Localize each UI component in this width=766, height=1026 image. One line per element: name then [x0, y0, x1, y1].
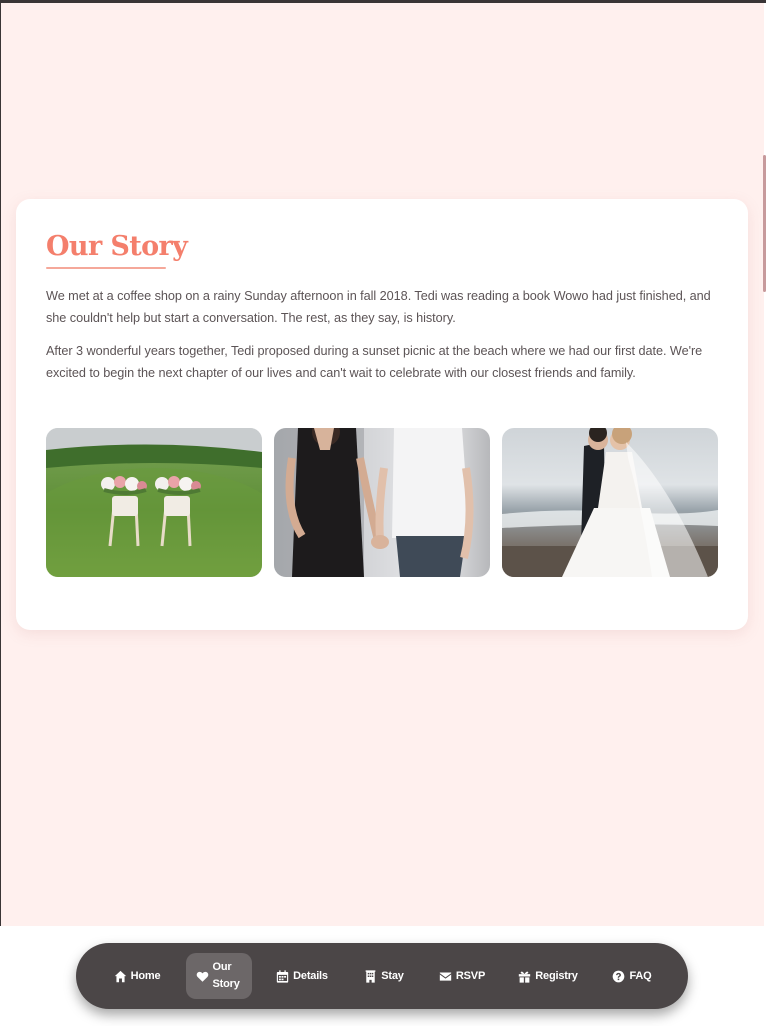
nav-home[interactable]: Home: [110, 943, 164, 1009]
story-paragraph-1: We met at a coffee shop on a rainy Sunda…: [46, 289, 711, 325]
nav-faq-label: FAQ: [629, 970, 652, 982]
envelope-icon: [439, 971, 452, 981]
nav-details-label: Details: [293, 970, 328, 982]
title-underline: [46, 267, 166, 269]
home-icon: [114, 970, 126, 982]
gift-icon: [519, 971, 531, 983]
nav-our-story[interactable]: Our Story: [186, 953, 252, 999]
bottom-navigation: Home Our Story Details Stay RSVP Registr…: [76, 943, 688, 1009]
nav-rsvp-label: RSVP: [455, 970, 486, 982]
nav-registry[interactable]: Registry: [517, 943, 579, 1009]
nav-details[interactable]: Details: [275, 943, 329, 1009]
story-paragraph-2: After 3 wonderful years together, Tedi p…: [46, 344, 703, 380]
section-title: Our Story: [46, 231, 188, 262]
nav-registry-label: Registry: [535, 970, 578, 982]
nav-stay[interactable]: Stay: [363, 943, 405, 1009]
nav-faq[interactable]: FAQ: [612, 943, 652, 1009]
photo-couple-holding-hands: [274, 428, 490, 577]
nav-stay-label: Stay: [381, 970, 404, 982]
photo-bride-groom-beach: [502, 428, 718, 577]
hotel-icon: [365, 969, 376, 983]
heart-icon: [196, 971, 208, 982]
nav-rsvp[interactable]: RSVP: [439, 943, 485, 1009]
nav-our-story-label: Our Story: [212, 961, 240, 990]
calendar-icon: [276, 969, 289, 983]
nav-home-label: Home: [130, 970, 161, 982]
photo-wedding-chairs: [46, 428, 262, 577]
question-circle-icon: [613, 970, 625, 982]
our-story-card: Our Story We met at a coffee shop on a r…: [16, 199, 748, 630]
